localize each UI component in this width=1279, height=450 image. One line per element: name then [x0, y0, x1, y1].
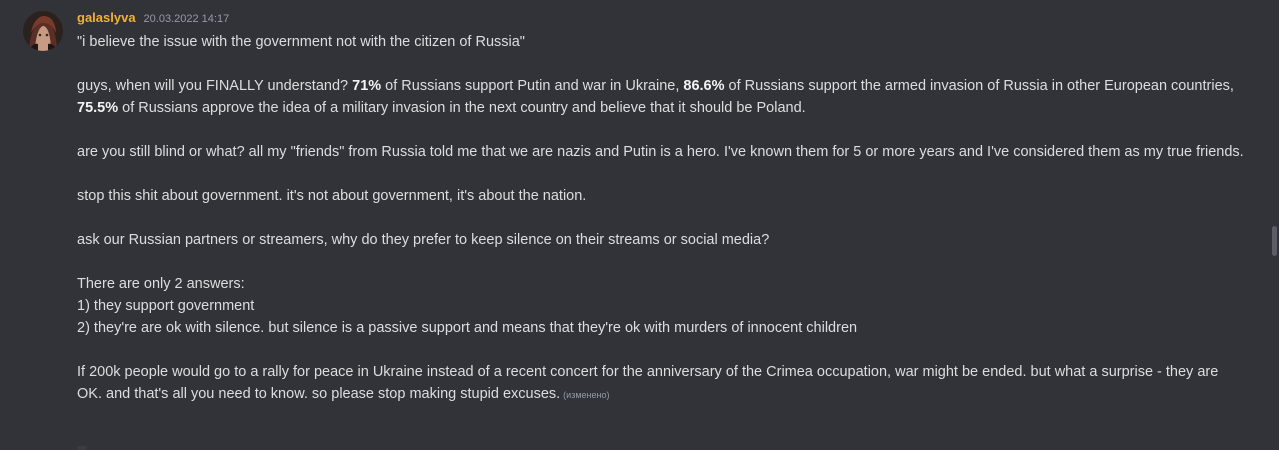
scrollbar-thumb[interactable] — [1272, 226, 1277, 256]
government-text: stop this shit about government. it's no… — [77, 188, 587, 204]
stat-text-1: guys, when will you FINALLY understand? — [77, 78, 353, 94]
stat-text-2: of Russians support Putin and war in Ukr… — [381, 78, 684, 94]
message-body: "i believe the issue with the government… — [77, 31, 1247, 406]
stat-bold-86: 86.6% — [683, 78, 725, 94]
paragraph-streamers: ask our Russian partners or streamers, w… — [77, 229, 1247, 251]
message-quote-line: "i believe the issue with the government… — [77, 31, 1247, 53]
paragraph-rally: If 200k people would go to a rally for p… — [77, 361, 1247, 406]
chat-message: galaslyva 20.03.2022 14:17 "i believe th… — [0, 0, 1265, 450]
next-message-hint — [77, 446, 87, 450]
answer-1-text: 1) they support government — [77, 298, 255, 314]
stat-bold-75: 75.5% — [77, 100, 119, 116]
answer-2: 2) they're are ok with silence. but sile… — [77, 317, 1247, 339]
message-timestamp[interactable]: 20.03.2022 14:17 — [144, 13, 230, 25]
edited-label[interactable]: (изменено) — [563, 390, 609, 400]
paragraph-friends: are you still blind or what? all my "fri… — [77, 141, 1247, 163]
paragraph-government: stop this shit about government. it's no… — [77, 185, 1247, 207]
stat-text-4: of Russians approve the idea of a milita… — [118, 100, 806, 116]
friends-text: are you still blind or what? all my "fri… — [77, 144, 1244, 160]
answer-2-text: 2) they're are ok with silence. but sile… — [77, 320, 858, 336]
message-content: galaslyva 20.03.2022 14:17 "i believe th… — [77, 10, 1247, 406]
avatar[interactable] — [23, 11, 63, 51]
streamers-text: ask our Russian partners or streamers, w… — [77, 232, 770, 248]
quote-text: "i believe the issue with the government… — [77, 34, 525, 50]
stat-bold-71: 71% — [352, 78, 382, 94]
answers-intro-text: There are only 2 answers: — [77, 276, 245, 292]
paragraph-statistics: guys, when will you FINALLY understand? … — [77, 75, 1247, 119]
rally-text: If 200k people would go to a rally for p… — [77, 364, 1219, 402]
username[interactable]: galaslyva — [77, 10, 136, 25]
avatar-image — [23, 11, 63, 51]
answer-1: 1) they support government — [77, 295, 1247, 317]
answers-intro: There are only 2 answers: — [77, 273, 1247, 295]
message-header: galaslyva 20.03.2022 14:17 — [77, 10, 1247, 30]
stat-text-3: of Russians support the armed invasion o… — [724, 78, 1234, 94]
